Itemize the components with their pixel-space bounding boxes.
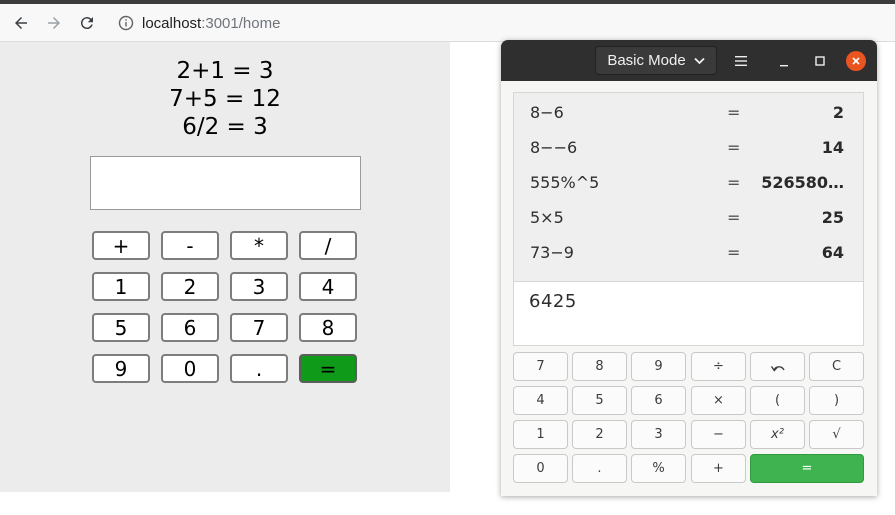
key-decimal[interactable]: . (572, 454, 627, 483)
key-7[interactable]: 7 (513, 352, 568, 381)
undo-icon (770, 365, 785, 372)
arrow-left-icon (15, 17, 27, 29)
maximize-icon (815, 56, 825, 66)
key-clear[interactable]: C (809, 352, 864, 381)
history-result: 526580… (761, 173, 844, 192)
key-open-paren[interactable]: ( (750, 386, 805, 415)
key-divide[interactable]: ÷ (691, 352, 746, 381)
web-expression-input[interactable] (90, 156, 361, 210)
web-digit-1-button[interactable]: 1 (92, 272, 150, 301)
web-digit-3-button[interactable]: 3 (230, 272, 288, 301)
history-row[interactable]: 555%^5 = 526580… (514, 165, 863, 200)
web-digit-2-button[interactable]: 2 (161, 272, 219, 301)
history-expression: 73−9 (530, 243, 574, 262)
web-history: 2+1 = 3 7+5 = 12 6/2 = 3 (90, 57, 360, 141)
web-digit-0-button[interactable]: 0 (161, 354, 219, 383)
key-add[interactable]: + (691, 454, 746, 483)
forward-button[interactable] (42, 11, 66, 35)
key-2[interactable]: 2 (572, 420, 627, 449)
history-equals: = (727, 173, 741, 192)
key-9[interactable]: 9 (631, 352, 686, 381)
key-5[interactable]: 5 (572, 386, 627, 415)
history-equals: = (727, 208, 741, 227)
history-row[interactable]: 8−−6 = 14 (514, 130, 863, 165)
calculation-history: 8−6 = 2 8−−6 = 14 555%^5 = 526580… 5×5 =… (513, 92, 864, 282)
web-plus-button[interactable]: + (92, 231, 150, 260)
history-result: 64 (821, 243, 844, 262)
browser-toolbar: localhost:3001/home (0, 4, 895, 42)
web-digit-6-button[interactable]: 6 (161, 313, 219, 342)
history-equals: = (727, 103, 741, 122)
web-decimal-button[interactable]: . (230, 354, 288, 383)
web-multiply-button[interactable]: * (230, 231, 288, 260)
address-bar[interactable]: localhost:3001/home (110, 8, 440, 38)
history-result: 14 (821, 138, 844, 157)
key-square-root[interactable]: √ (809, 420, 864, 449)
web-digit-9-button[interactable]: 9 (92, 354, 150, 383)
close-icon (852, 57, 860, 65)
url-text[interactable]: localhost:3001/home (142, 15, 280, 32)
mode-label: Basic Mode (607, 52, 686, 69)
key-6[interactable]: 6 (631, 386, 686, 415)
key-subtract[interactable]: − (691, 420, 746, 449)
reload-icon (80, 17, 93, 30)
reload-button[interactable] (75, 11, 99, 35)
chevron-down-icon (694, 57, 705, 64)
calculator-display[interactable]: 6425 (513, 282, 864, 346)
minimize-button[interactable] (772, 49, 796, 73)
history-expression: 5×5 (530, 208, 564, 227)
history-result: 25 (821, 208, 844, 227)
web-digit-5-button[interactable]: 5 (92, 313, 150, 342)
arrow-right-icon (48, 17, 60, 29)
minimize-icon (780, 65, 788, 67)
history-result: 2 (832, 103, 844, 122)
web-minus-button[interactable]: - (161, 231, 219, 260)
menu-button[interactable] (729, 49, 753, 73)
key-undo[interactable] (750, 352, 805, 381)
key-multiply[interactable]: × (691, 386, 746, 415)
web-digit-4-button[interactable]: 4 (299, 272, 357, 301)
calculator-titlebar[interactable]: Basic Mode (501, 40, 877, 81)
key-3[interactable]: 3 (631, 420, 686, 449)
back-button[interactable] (9, 11, 33, 35)
maximize-button[interactable] (808, 49, 832, 73)
key-0[interactable]: 0 (513, 454, 568, 483)
web-digit-8-button[interactable]: 8 (299, 313, 357, 342)
mode-selector-button[interactable]: Basic Mode (595, 46, 717, 75)
key-square[interactable]: x² (750, 420, 805, 449)
key-equals[interactable]: = (750, 454, 864, 483)
url-path: :3001/home (201, 14, 281, 32)
web-history-line: 2+1 = 3 (176, 58, 274, 84)
hamburger-menu-icon (735, 56, 747, 66)
web-divide-button[interactable]: / (299, 231, 357, 260)
web-digit-7-button[interactable]: 7 (230, 313, 288, 342)
web-history-line: 7+5 = 12 (169, 86, 281, 112)
calculator-window: Basic Mode 8−6 = 2 8−−6 = 14 555%^5 = 52… (501, 40, 877, 496)
history-expression: 8−6 (530, 103, 564, 122)
close-button[interactable] (846, 51, 866, 71)
web-history-line: 6/2 = 3 (182, 114, 268, 140)
history-row[interactable]: 5×5 = 25 (514, 200, 863, 235)
history-equals: = (727, 138, 741, 157)
history-equals: = (727, 243, 741, 262)
history-expression: 555%^5 (530, 173, 600, 192)
web-page: 2+1 = 3 7+5 = 12 6/2 = 3 + - * / 1 2 3 4… (0, 42, 450, 492)
url-host: localhost (142, 14, 202, 32)
info-icon[interactable] (118, 15, 134, 31)
key-1[interactable]: 1 (513, 420, 568, 449)
web-equals-button[interactable]: = (299, 354, 357, 383)
key-4[interactable]: 4 (513, 386, 568, 415)
history-expression: 8−−6 (530, 138, 578, 157)
history-row[interactable]: 73−9 = 64 (514, 235, 863, 270)
key-percent[interactable]: % (631, 454, 686, 483)
key-8[interactable]: 8 (572, 352, 627, 381)
history-row[interactable]: 8−6 = 2 (514, 95, 863, 130)
key-close-paren[interactable]: ) (809, 386, 864, 415)
